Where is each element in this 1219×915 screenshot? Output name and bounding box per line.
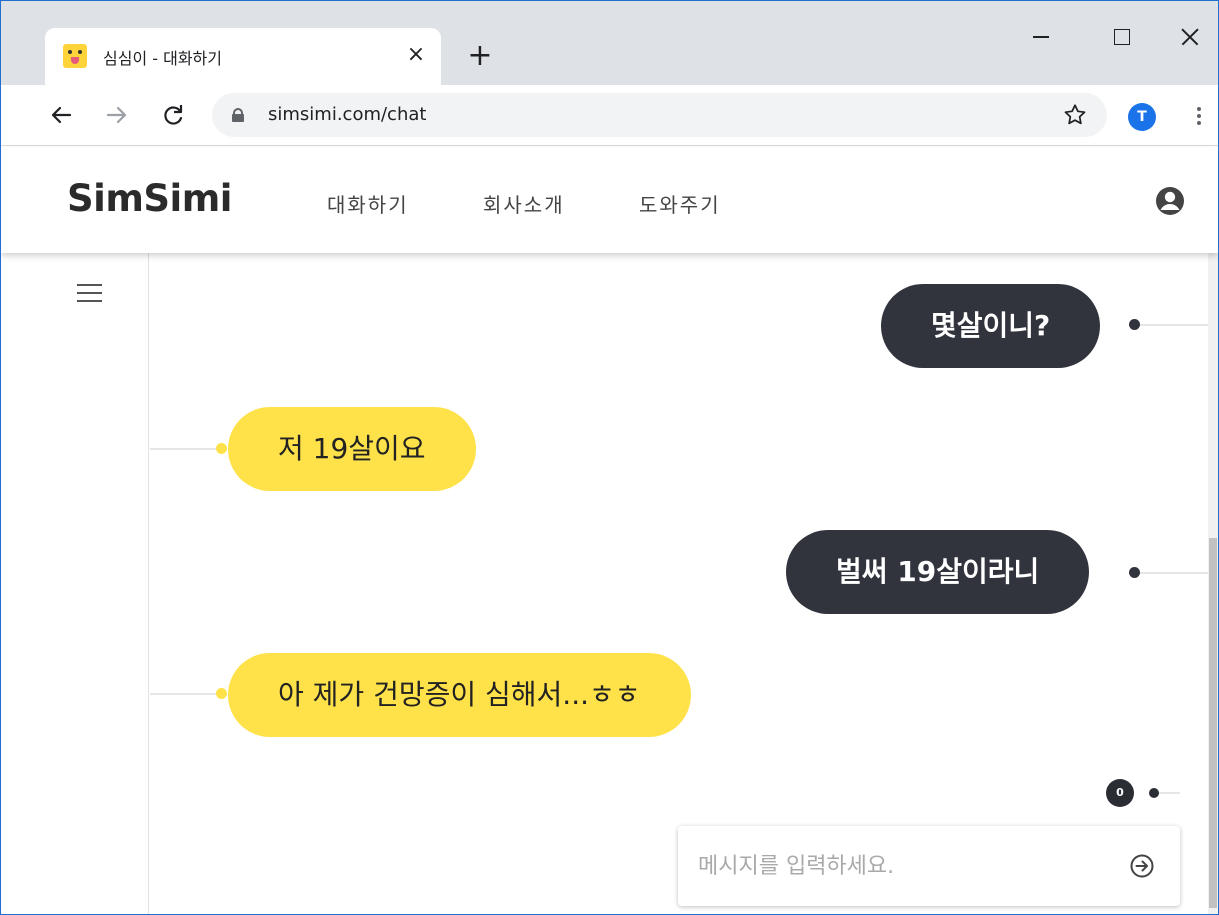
scrollbar-thumb[interactable] [1209,538,1217,908]
chat-area: 몇살이니? 저 19살이요 벌써 19살이라니 아 제가 건망증이 심해서...… [150,253,1208,914]
connector-line [150,693,224,695]
connector-dot [1149,788,1159,798]
nav-help[interactable]: 도와주기 [639,189,721,218]
browser-toolbar: simsimi.com/chat T [1,85,1218,146]
connector-dot [1129,567,1140,578]
window-close-button[interactable] [1175,17,1215,57]
connector-dot [216,443,227,454]
simsimi-favicon-icon [63,44,87,68]
site-header: SimSimi 대화하기 회사소개 도와주기 [1,147,1218,253]
message-composer [678,826,1180,906]
connector-dot [216,688,227,699]
new-tab-button[interactable]: + [463,39,497,73]
url-text[interactable]: simsimi.com/chat [268,104,426,125]
hamburger-menu-icon[interactable] [77,283,103,303]
browser-menu-icon[interactable] [1189,102,1209,130]
connector-line [1135,572,1208,574]
account-icon[interactable] [1153,184,1187,218]
tab-title: 심심이 - 대화하기 [103,49,222,68]
bookmark-star-icon[interactable] [1062,102,1088,128]
address-bar[interactable]: simsimi.com/chat [212,93,1107,137]
nav-about[interactable]: 회사소개 [483,189,565,218]
browser-window: 심심이 - 대화하기 × + simsimi.com/chat T SimSim… [0,0,1219,915]
profile-avatar[interactable]: T [1128,103,1156,131]
forward-arrow-icon[interactable] [101,99,133,131]
lock-icon [232,108,244,122]
reload-icon[interactable] [157,99,189,131]
browser-tab[interactable]: 심심이 - 대화하기 × [45,28,441,85]
minimize-button[interactable] [1021,17,1061,57]
user-message-bubble: 벌써 19살이라니 [786,530,1090,614]
nav-chat[interactable]: 대화하기 [327,189,409,218]
bot-message-bubble: 아 제가 건망증이 심해서...ㅎㅎ [228,653,691,737]
back-arrow-icon[interactable] [45,99,77,131]
user-message-bubble: 몇살이니? [881,284,1101,368]
page-scrollbar[interactable] [1208,253,1218,914]
message-counter-badge: 0 [1106,779,1134,807]
chat-page: 몇살이니? 저 19살이요 벌써 19살이라니 아 제가 건망증이 심해서...… [1,253,1218,914]
bot-message-bubble: 저 19살이요 [228,407,476,491]
connector-dot [1129,319,1140,330]
maximize-button[interactable] [1101,17,1141,57]
send-arrow-icon[interactable] [1124,848,1160,884]
message-input[interactable] [698,844,1108,888]
connector-line [150,448,224,450]
sidebar [1,253,149,914]
simsimi-logo[interactable]: SimSimi [67,177,232,220]
connector-line [1135,324,1208,326]
tab-strip: 심심이 - 대화하기 × + [1,1,1218,85]
tab-close-icon[interactable]: × [401,40,431,70]
